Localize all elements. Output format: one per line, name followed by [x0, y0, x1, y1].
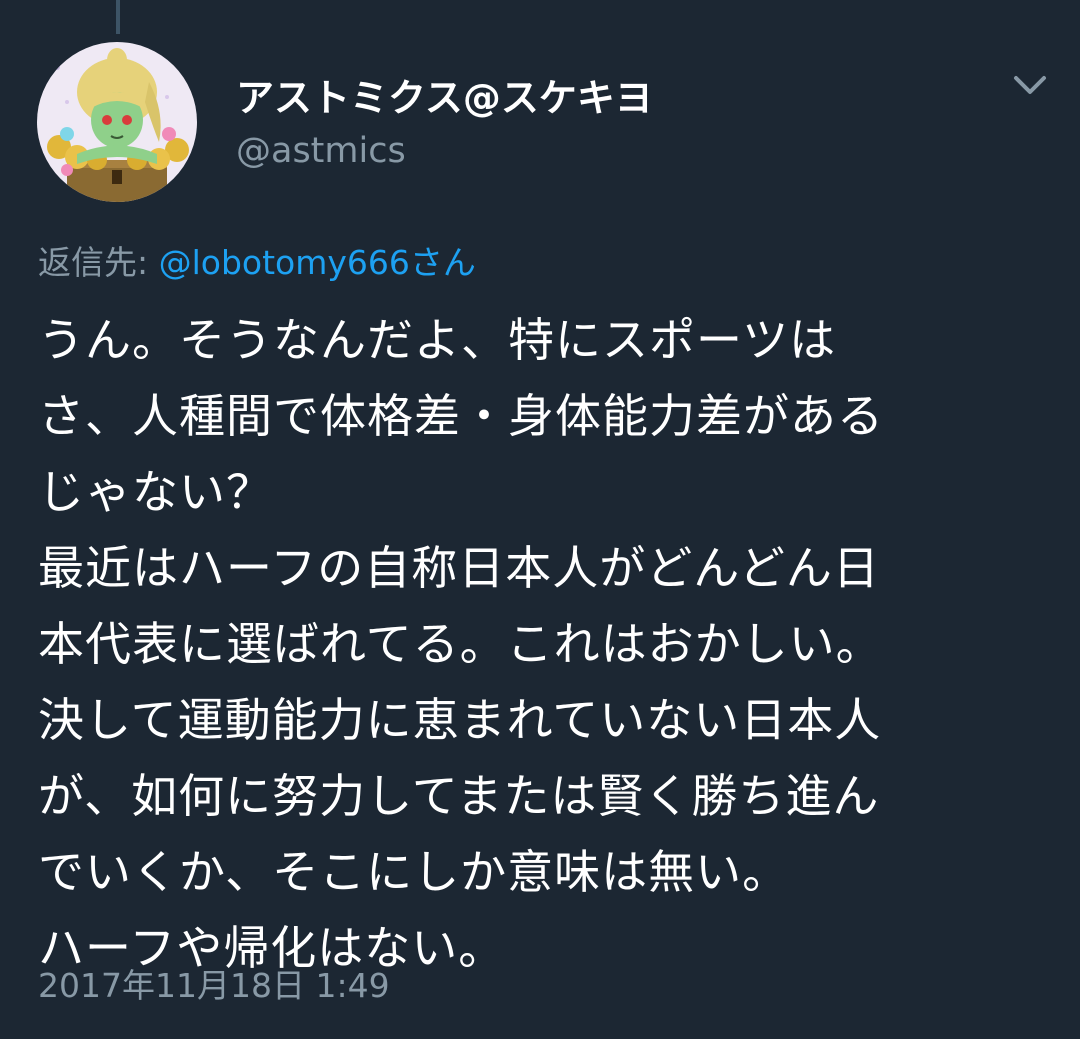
avatar-illustration-icon	[37, 42, 197, 202]
tweet-text: うん。そうなんだよ、特にスポーツは さ、人種間で体格差・身体能力差がある じゃな…	[38, 302, 1048, 986]
reply-context-prefix: 返信先:	[38, 243, 159, 282]
avatar[interactable]	[37, 42, 197, 202]
tweet-timestamp[interactable]: 2017年11月18日 1:49	[38, 963, 390, 1009]
user-handle[interactable]: @astmics	[236, 128, 406, 174]
display-name[interactable]: アストミクス@スケキヨ	[236, 74, 653, 122]
tweet-text-line: じゃない？	[38, 465, 273, 519]
tweet-text-line: 本代表に選ばれてる。これはおかしい。	[38, 617, 883, 671]
tweet-text-line: 最近はハーフの自称日本人がどんどん日	[38, 541, 880, 595]
reply-mention-link[interactable]: @lobotomy666さん	[159, 243, 476, 282]
reply-context: 返信先: @lobotomy666さん	[38, 240, 476, 286]
tweet-text-line: うん。そうなんだよ、特にスポーツは	[38, 313, 837, 367]
tweet-menu-button[interactable]	[1008, 66, 1052, 106]
tweet-text-line: さ、人種間で体格差・身体能力差がある	[38, 389, 884, 443]
tweet-text-line: 決して運動能力に恵まれていない日本人	[38, 693, 882, 747]
tweet-text-line: が、如何に努力してまたは賢く勝ち進ん	[38, 769, 880, 823]
chevron-down-icon	[1014, 76, 1046, 94]
thread-connector-line	[116, 0, 120, 34]
tweet-text-line: でいくか、そこにしか意味は無い。	[38, 845, 790, 899]
